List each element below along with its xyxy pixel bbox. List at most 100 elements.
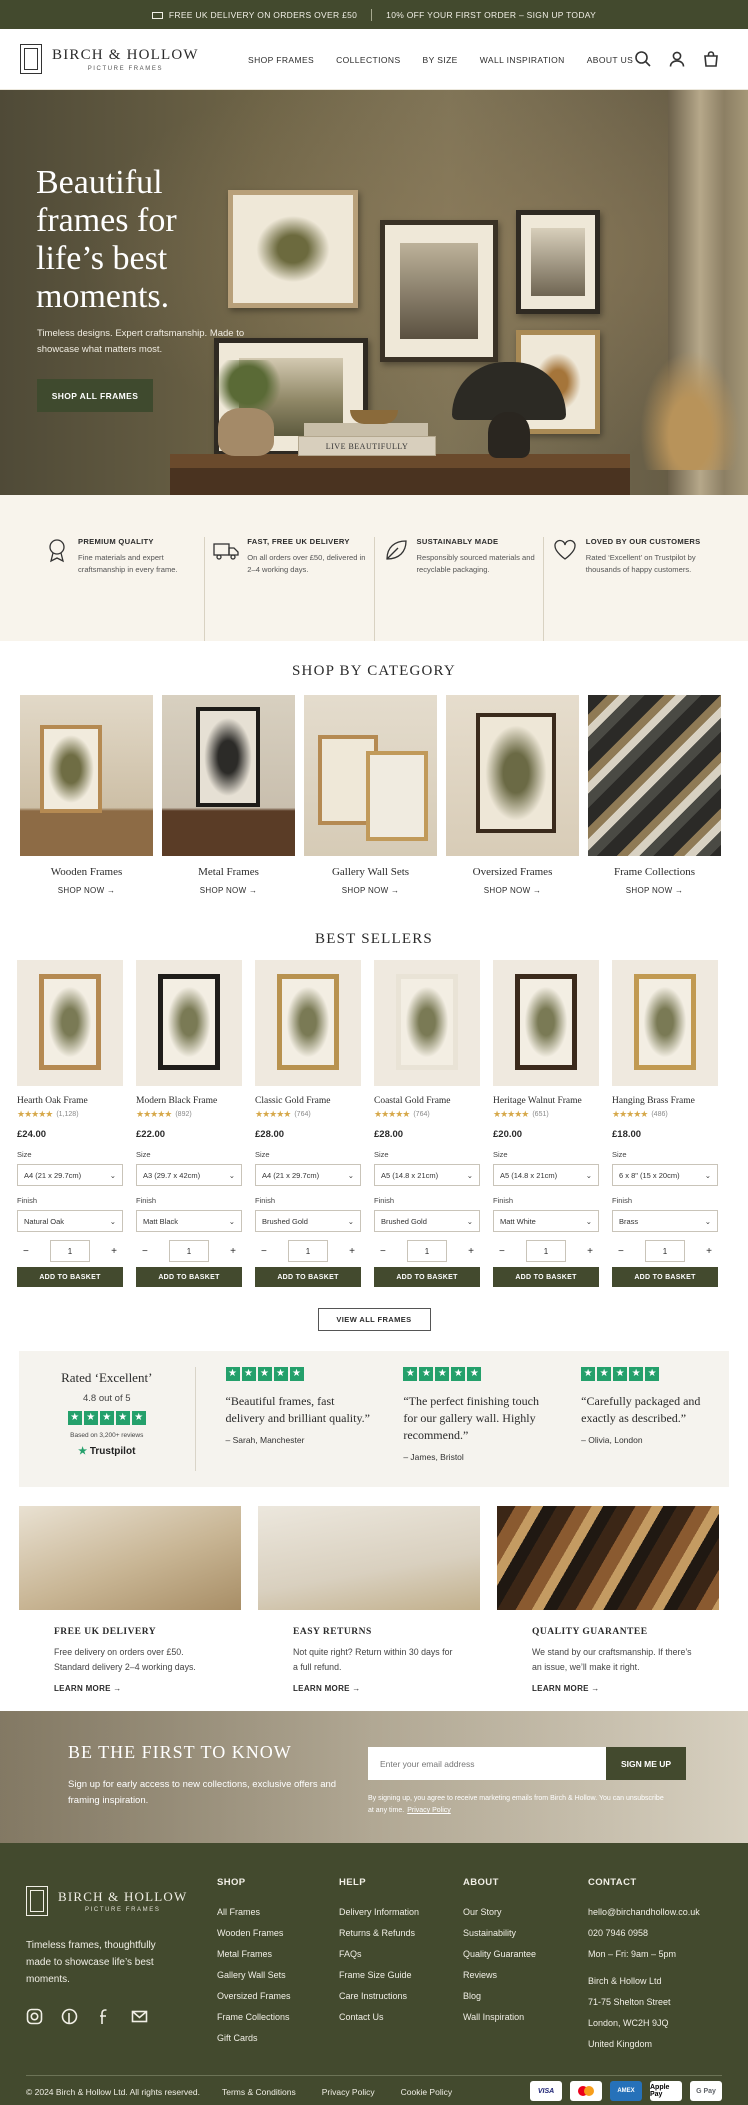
finish-select[interactable]: Natural Oak ⌄ (17, 1210, 123, 1232)
add-to-basket-button[interactable]: ADD TO BASKET (374, 1267, 480, 1287)
footer-link[interactable]: Care Instructions (339, 1986, 419, 2007)
category-oversized-frames[interactable]: Oversized Frames SHOP NOW → (446, 695, 579, 895)
footer-link[interactable]: Sustainability (463, 1923, 536, 1944)
plus-icon[interactable]: + (230, 1246, 236, 1257)
plus-icon[interactable]: + (349, 1246, 355, 1257)
nav-wall-inspiration[interactable]: WALL INSPIRATION (480, 55, 565, 65)
product-name[interactable]: Coastal Gold Frame (374, 1096, 480, 1106)
product-image[interactable] (612, 960, 718, 1086)
search-icon[interactable] (634, 50, 652, 68)
category-gallery-wall-sets[interactable]: Gallery Wall Sets SHOP NOW → (304, 695, 437, 895)
basket-icon[interactable] (702, 50, 720, 68)
footer-link[interactable]: Wooden Frames (217, 1923, 291, 1944)
plus-icon[interactable]: + (111, 1246, 117, 1257)
quantity-value[interactable]: 1 (169, 1240, 209, 1262)
product-image[interactable] (374, 960, 480, 1086)
footer-link[interactable]: Contact Us (339, 2007, 419, 2028)
email-icon[interactable] (131, 2008, 148, 2025)
footer-link[interactable]: Delivery Information (339, 1902, 419, 1923)
footer-link[interactable]: Quality Guarantee (463, 1944, 536, 1965)
shop-all-frames-button[interactable]: SHOP ALL FRAMES (37, 379, 153, 412)
footer-link[interactable]: Gallery Wall Sets (217, 1965, 291, 1986)
privacy-policy-link[interactable]: Privacy Policy (407, 1807, 451, 1814)
footer-link[interactable]: Returns & Refunds (339, 1923, 419, 1944)
shop-now-link[interactable]: SHOP NOW → (304, 886, 437, 895)
quantity-value[interactable]: 1 (50, 1240, 90, 1262)
footer-logo[interactable]: BIRCH & HOLLOW PICTURE FRAMES (26, 1886, 187, 1916)
size-select[interactable]: A5 (14.8 x 21cm) ⌄ (493, 1164, 599, 1186)
plus-icon[interactable]: + (587, 1246, 593, 1257)
product-name[interactable]: Hearth Oak Frame (17, 1096, 123, 1106)
facebook-icon[interactable] (96, 2008, 113, 2025)
instagram-icon[interactable] (26, 2008, 43, 2025)
add-to-basket-button[interactable]: ADD TO BASKET (493, 1267, 599, 1287)
quantity-value[interactable]: 1 (288, 1240, 328, 1262)
footer-link[interactable]: Reviews (463, 1965, 536, 1986)
add-to-basket-button[interactable]: ADD TO BASKET (612, 1267, 718, 1287)
email-input[interactable]: Enter your email address (368, 1747, 606, 1780)
product-name[interactable]: Classic Gold Frame (255, 1096, 361, 1106)
account-icon[interactable] (668, 50, 686, 68)
minus-icon[interactable]: − (499, 1246, 505, 1257)
footer-link[interactable]: Gift Cards (217, 2028, 291, 2049)
footer-link[interactable]: Our Story (463, 1902, 536, 1923)
cookie-link[interactable]: Cookie Policy (401, 2087, 453, 2097)
finish-select[interactable]: Brushed Gold ⌄ (374, 1210, 480, 1232)
learn-more-link[interactable]: LEARN MORE → (293, 1684, 480, 1693)
finish-select[interactable]: Brass ⌄ (612, 1210, 718, 1232)
product-image[interactable] (493, 960, 599, 1086)
terms-link[interactable]: Terms & Conditions (222, 2087, 296, 2097)
view-all-frames-button[interactable]: VIEW ALL FRAMES (317, 1308, 431, 1331)
quantity-value[interactable]: 1 (645, 1240, 685, 1262)
size-select[interactable]: A4 (21 x 29.7cm) ⌄ (255, 1164, 361, 1186)
add-to-basket-button[interactable]: ADD TO BASKET (255, 1267, 361, 1287)
size-select[interactable]: 6 x 8" (15 x 20cm) ⌄ (612, 1164, 718, 1186)
product-name[interactable]: Modern Black Frame (136, 1096, 242, 1106)
footer-link[interactable]: All Frames (217, 1902, 291, 1923)
nav-by-size[interactable]: BY SIZE (423, 55, 458, 65)
minus-icon[interactable]: − (261, 1246, 267, 1257)
minus-icon[interactable]: − (142, 1246, 148, 1257)
nav-shop-frames[interactable]: SHOP FRAMES (248, 55, 314, 65)
footer-link[interactable]: Metal Frames (217, 1944, 291, 1965)
shop-now-link[interactable]: SHOP NOW → (588, 886, 721, 895)
size-select[interactable]: A4 (21 x 29.7cm) ⌄ (17, 1164, 123, 1186)
nav-collections[interactable]: COLLECTIONS (336, 55, 400, 65)
product-name[interactable]: Hanging Brass Frame (612, 1096, 718, 1106)
finish-select[interactable]: Brushed Gold ⌄ (255, 1210, 361, 1232)
footer-link[interactable]: FAQs (339, 1944, 419, 1965)
minus-icon[interactable]: − (380, 1246, 386, 1257)
product-image[interactable] (17, 960, 123, 1086)
footer-link[interactable]: Wall Inspiration (463, 2007, 536, 2028)
category-frame-collections[interactable]: Frame Collections SHOP NOW → (588, 695, 721, 895)
quantity-value[interactable]: 1 (407, 1240, 447, 1262)
footer-link[interactable]: Blog (463, 1986, 536, 2007)
footer-link[interactable]: Frame Size Guide (339, 1965, 419, 1986)
privacy-link[interactable]: Privacy Policy (322, 2087, 375, 2097)
product-image[interactable] (255, 960, 361, 1086)
minus-icon[interactable]: − (618, 1246, 624, 1257)
shop-now-link[interactable]: SHOP NOW → (446, 886, 579, 895)
add-to-basket-button[interactable]: ADD TO BASKET (17, 1267, 123, 1287)
finish-select[interactable]: Matt White ⌄ (493, 1210, 599, 1232)
add-to-basket-button[interactable]: ADD TO BASKET (136, 1267, 242, 1287)
plus-icon[interactable]: + (706, 1246, 712, 1257)
trustpilot-logo[interactable]: ★ Trustpilot (19, 1446, 195, 1457)
size-select[interactable]: A3 (29.7 x 42cm) ⌄ (136, 1164, 242, 1186)
product-name[interactable]: Heritage Walnut Frame (493, 1096, 599, 1106)
plus-icon[interactable]: + (468, 1246, 474, 1257)
category-metal-frames[interactable]: Metal Frames SHOP NOW → (162, 695, 295, 895)
footer-link[interactable]: Frame Collections (217, 2007, 291, 2028)
sign-me-up-button[interactable]: SIGN ME UP (606, 1747, 686, 1780)
shop-now-link[interactable]: SHOP NOW → (162, 886, 295, 895)
shop-now-link[interactable]: SHOP NOW → (20, 886, 153, 895)
minus-icon[interactable]: − (23, 1246, 29, 1257)
footer-link[interactable]: Oversized Frames (217, 1986, 291, 2007)
announcement-offer[interactable]: 10% OFF YOUR FIRST ORDER – SIGN UP TODAY (386, 10, 596, 20)
pinterest-icon[interactable] (61, 2008, 78, 2025)
finish-select[interactable]: Matt Black ⌄ (136, 1210, 242, 1232)
category-wooden-frames[interactable]: Wooden Frames SHOP NOW → (20, 695, 153, 895)
learn-more-link[interactable]: LEARN MORE → (54, 1684, 241, 1693)
learn-more-link[interactable]: LEARN MORE → (532, 1684, 719, 1693)
product-image[interactable] (136, 960, 242, 1086)
